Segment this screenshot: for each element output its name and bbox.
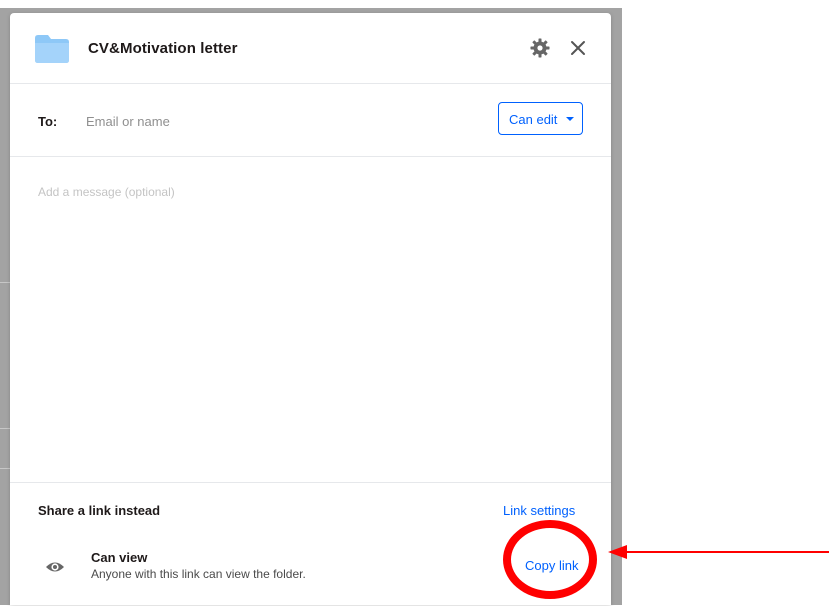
backdrop-streak (0, 428, 10, 429)
permission-dropdown-label: Can edit (509, 112, 558, 127)
backdrop-streak (0, 282, 10, 283)
message-textarea[interactable] (38, 185, 586, 465)
dialog-header: CV&Motivation letter (10, 13, 611, 84)
annotation-arrow-icon (608, 545, 829, 559)
copy-link-button[interactable]: Copy link (525, 558, 578, 573)
dialog-title: CV&Motivation letter (88, 40, 238, 57)
share-link-heading: Share a link instead (38, 503, 161, 518)
link-settings-link[interactable]: Link settings (503, 503, 575, 518)
permission-dropdown[interactable]: Can edit (498, 102, 583, 135)
folder-icon (35, 35, 69, 63)
caret-down-icon (566, 117, 574, 121)
to-label: To: (38, 114, 58, 129)
eye-icon (46, 562, 64, 572)
share-dialog: CV&Motivation letter To: Can edit Share … (10, 13, 611, 605)
close-icon[interactable] (570, 40, 586, 56)
recipients-row: To: Can edit (10, 84, 611, 157)
link-permission-title: Can view (91, 550, 148, 565)
share-link-section: Share a link instead Link settings Can v… (10, 482, 611, 606)
recipient-input[interactable] (86, 110, 466, 132)
gear-icon[interactable] (530, 38, 550, 58)
link-permission-description: Anyone with this link can view the folde… (91, 567, 306, 581)
backdrop-streak (0, 468, 10, 469)
